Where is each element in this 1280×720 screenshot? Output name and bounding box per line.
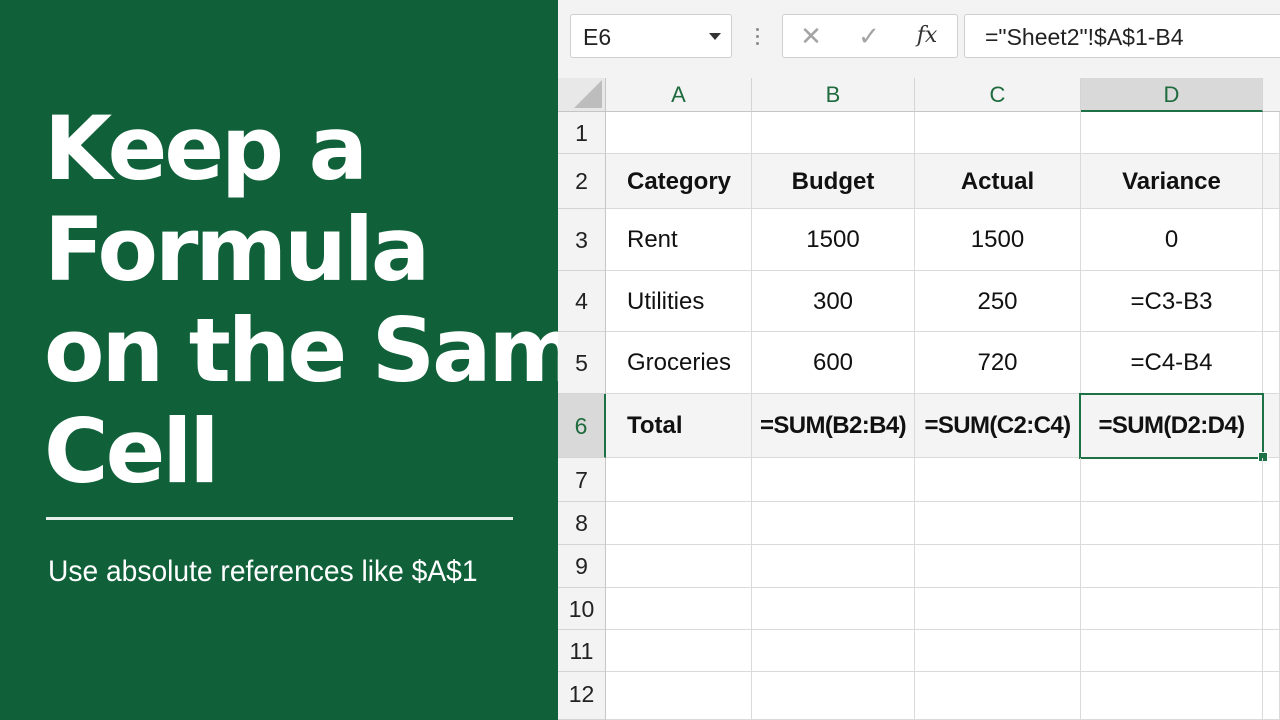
cell-d9[interactable] — [1081, 545, 1263, 588]
formula-bar[interactable]: ="Sheet2"!$A$1-B4 — [964, 14, 1280, 58]
cell-b9[interactable] — [752, 545, 915, 588]
cell-d5[interactable]: =C4-B4 — [1081, 332, 1263, 394]
cell-e8[interactable] — [1263, 502, 1280, 545]
cell-d1[interactable] — [1081, 112, 1263, 154]
more-options-icon[interactable] — [756, 28, 760, 46]
cell-b2[interactable]: Budget — [752, 154, 915, 209]
cell-e9[interactable] — [1263, 545, 1280, 588]
cell-b8[interactable] — [752, 502, 915, 545]
select-all-corner[interactable] — [558, 78, 606, 112]
cell-a8[interactable] — [606, 502, 752, 545]
cell-a10[interactable] — [606, 588, 752, 630]
name-box-value: E6 — [583, 24, 612, 50]
promo-title: Keep a Formula on the Same Cell — [44, 97, 637, 503]
cancel-icon[interactable]: ✕ — [791, 15, 831, 57]
row-header-2[interactable]: 2 — [558, 154, 606, 209]
cell-c9[interactable] — [915, 545, 1081, 588]
cell-c6[interactable]: =SUM(C2:C4) — [915, 394, 1081, 458]
column-header-b[interactable]: B — [752, 78, 915, 112]
cell-c11[interactable] — [915, 630, 1081, 672]
cell-e2[interactable] — [1263, 154, 1280, 209]
cell-e10[interactable] — [1263, 588, 1280, 630]
row-header-12[interactable]: 12 — [558, 672, 606, 720]
cell-e5[interactable] — [1263, 332, 1280, 394]
cell-a5[interactable]: Groceries — [606, 332, 752, 394]
formula-buttons: ✕ ✓ fx — [782, 14, 958, 58]
cell-b1[interactable] — [752, 112, 915, 154]
cell-d4[interactable]: =C3-B3 — [1081, 271, 1263, 332]
row-header-6[interactable]: 6 — [558, 394, 606, 458]
name-box[interactable]: E6 — [570, 14, 732, 58]
cell-c5[interactable]: 720 — [915, 332, 1081, 394]
row-header-7[interactable]: 7 — [558, 458, 606, 502]
cell-b5[interactable]: 600 — [752, 332, 915, 394]
row-header-9[interactable]: 9 — [558, 545, 606, 588]
promo-title-line: Formula — [44, 198, 430, 301]
row-header-4[interactable]: 4 — [558, 271, 606, 332]
cell-c12[interactable] — [915, 672, 1081, 720]
promo-title-line: Cell — [44, 400, 220, 503]
cell-e1[interactable] — [1263, 112, 1280, 154]
formula-toolbar: E6 ✕ ✓ fx ="Sheet2"!$A$1-B4 — [558, 0, 1280, 79]
cell-a2[interactable]: Category — [606, 154, 752, 209]
column-header-a[interactable]: A — [606, 78, 752, 112]
cell-d12[interactable] — [1081, 672, 1263, 720]
cell-d7[interactable] — [1081, 458, 1263, 502]
cell-a12[interactable] — [606, 672, 752, 720]
cell-a4[interactable]: Utilities — [606, 271, 752, 332]
promo-subtitle: Use absolute references like $A$1 — [48, 555, 478, 588]
cell-d11[interactable] — [1081, 630, 1263, 672]
spreadsheet-panel: E6 ✕ ✓ fx ="Sheet2"!$A$1-B4 A B C D 1 2 … — [558, 0, 1280, 720]
column-header-c[interactable]: C — [915, 78, 1081, 112]
cell-a7[interactable] — [606, 458, 752, 502]
cell-a9[interactable] — [606, 545, 752, 588]
selected-cell-d6[interactable]: =SUM(D2:D4) — [1079, 393, 1264, 459]
cell-a3[interactable]: Rent — [606, 209, 752, 271]
cell-e4[interactable] — [1263, 271, 1280, 332]
cell-d10[interactable] — [1081, 588, 1263, 630]
cell-c8[interactable] — [915, 502, 1081, 545]
cell-a1[interactable] — [606, 112, 752, 154]
cell-e7[interactable] — [1263, 458, 1280, 502]
cell-c3[interactable]: 1500 — [915, 209, 1081, 271]
row-header-10[interactable]: 10 — [558, 588, 606, 630]
formula-bar-value: ="Sheet2"!$A$1-B4 — [985, 24, 1184, 50]
row-header-8[interactable]: 8 — [558, 502, 606, 545]
column-header-e[interactable] — [1263, 78, 1280, 112]
cell-a11[interactable] — [606, 630, 752, 672]
enter-check-icon[interactable]: ✓ — [849, 15, 889, 57]
row-header-3[interactable]: 3 — [558, 209, 606, 271]
cell-b4[interactable]: 300 — [752, 271, 915, 332]
promo-title-line: Keep a — [44, 97, 368, 200]
promo-panel: Keep a Formula on the Same Cell Use abso… — [0, 0, 637, 720]
spreadsheet-grid: A B C D 1 2 3 4 5 6 7 8 9 10 11 12 Categ… — [558, 78, 1280, 720]
cell-b6[interactable]: =SUM(B2:B4) — [752, 394, 915, 458]
row-header-5[interactable]: 5 — [558, 332, 606, 394]
promo-divider — [46, 517, 513, 520]
cell-c7[interactable] — [915, 458, 1081, 502]
cell-e6[interactable] — [1264, 394, 1280, 458]
cell-b12[interactable] — [752, 672, 915, 720]
cell-c1[interactable] — [915, 112, 1081, 154]
chevron-down-icon[interactable] — [709, 33, 721, 40]
cell-b3[interactable]: 1500 — [752, 209, 915, 271]
cell-c4[interactable]: 250 — [915, 271, 1081, 332]
cell-e11[interactable] — [1263, 630, 1280, 672]
cell-b7[interactable] — [752, 458, 915, 502]
cell-d3[interactable]: 0 — [1081, 209, 1263, 271]
cell-d2[interactable]: Variance — [1081, 154, 1263, 209]
cell-e12[interactable] — [1263, 672, 1280, 720]
column-header-d[interactable]: D — [1081, 78, 1263, 112]
row-header-11[interactable]: 11 — [558, 630, 606, 672]
insert-function-icon[interactable]: fx — [907, 15, 947, 57]
cell-a6[interactable]: Total — [606, 394, 752, 458]
cell-c2[interactable]: Actual — [915, 154, 1081, 209]
promo-title-line: on the Same — [44, 299, 637, 402]
cell-c10[interactable] — [915, 588, 1081, 630]
row-header-1[interactable]: 1 — [558, 112, 606, 154]
cell-d8[interactable] — [1081, 502, 1263, 545]
cell-b10[interactable] — [752, 588, 915, 630]
cell-b11[interactable] — [752, 630, 915, 672]
cell-e3[interactable] — [1263, 209, 1280, 271]
